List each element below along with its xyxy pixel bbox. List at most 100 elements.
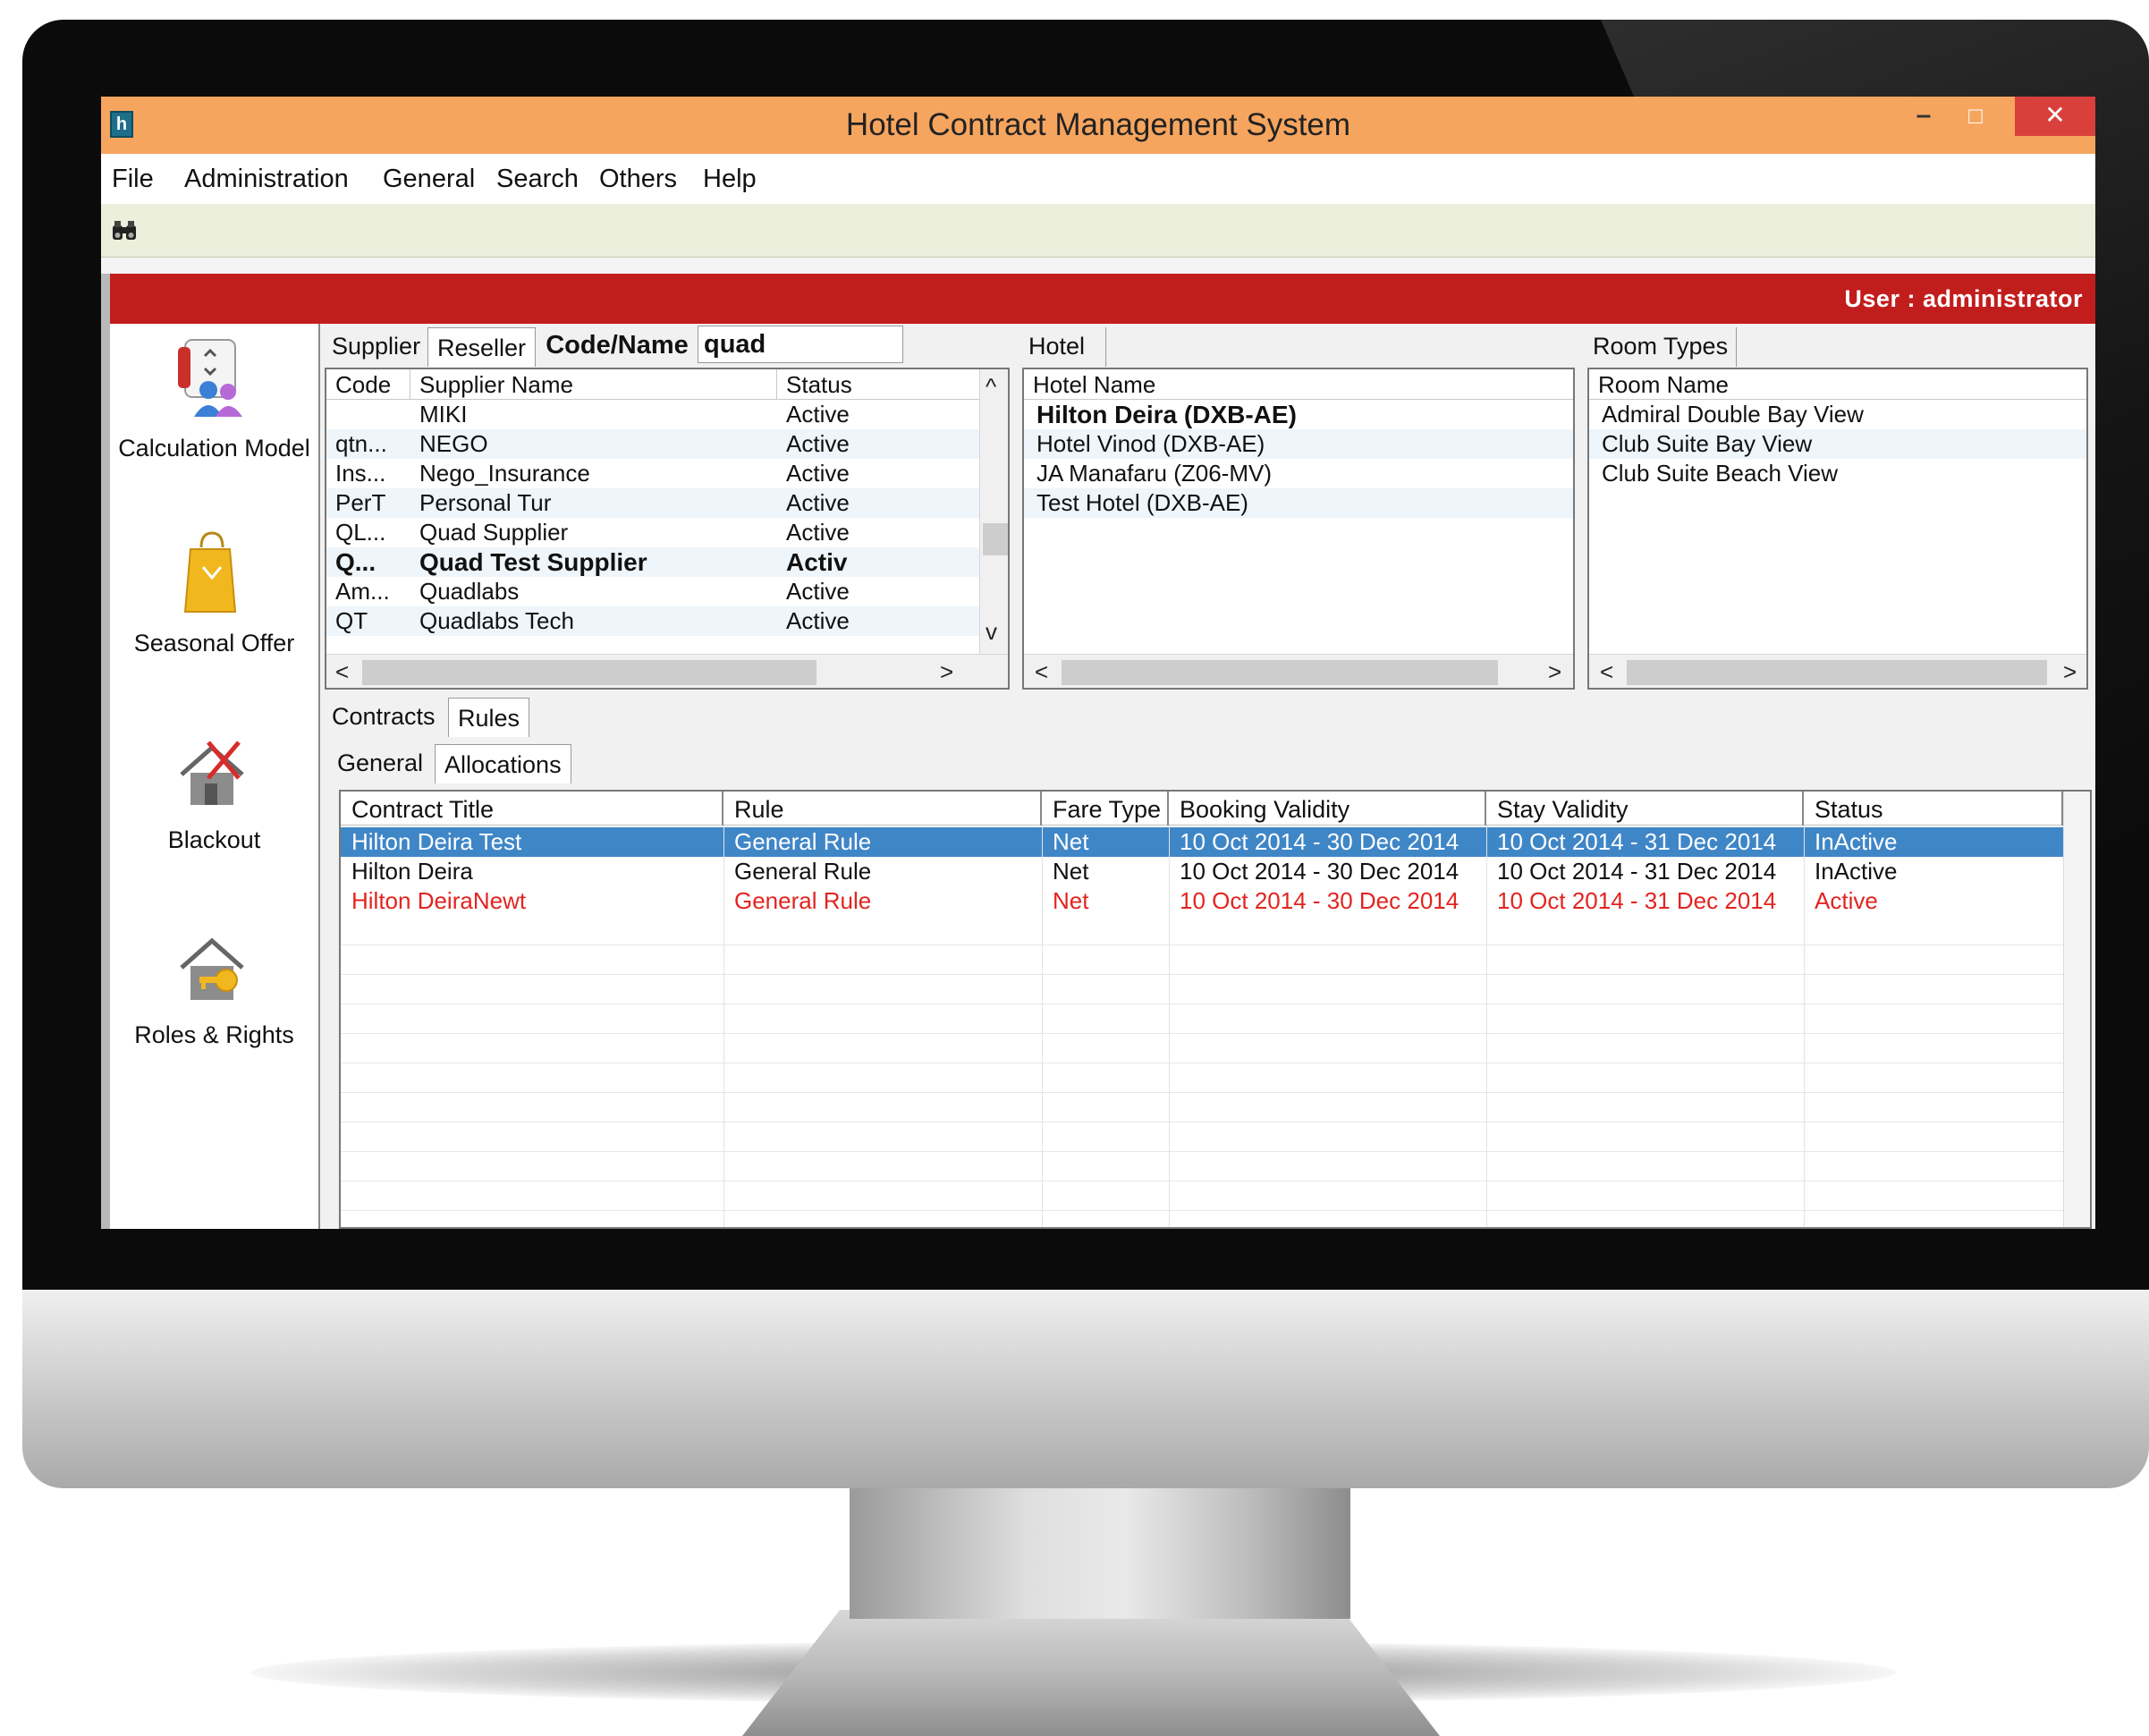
title-bar[interactable]: h Hotel Contract Management System – □ ✕ (101, 97, 2095, 154)
column-hotel-name[interactable]: Hotel Name (1024, 369, 1573, 400)
house-key-icon (180, 937, 244, 1000)
supplier-list[interactable]: Code Supplier Name Status MIKI Active qtn.… (325, 368, 1010, 690)
menu-search[interactable]: Search (496, 154, 579, 204)
supplier-code: QT (335, 607, 368, 634)
scroll-right-arrow[interactable]: > (940, 658, 953, 685)
room-list-header: Room Name (1589, 369, 2086, 400)
supplier-row[interactable]: qtn... NEGO Active (326, 429, 979, 459)
contract-stay: 10 Oct 2014 - 31 Dec 2014 (1497, 858, 1777, 885)
menu-others[interactable]: Others (599, 154, 677, 204)
menu-administration[interactable]: Administration (184, 154, 349, 204)
scroll-left-arrow[interactable]: < (1600, 658, 1613, 685)
menu-help[interactable]: Help (703, 154, 757, 204)
supplier-code: PerT (335, 489, 386, 516)
menu-general[interactable]: General (383, 154, 475, 204)
maximize-button[interactable]: □ (1950, 97, 2001, 136)
contract-fare: Net (1053, 858, 1089, 885)
menu-file[interactable]: File (112, 154, 154, 204)
contract-row[interactable]: Hilton DeiraNewt General Rule Net 10 Oct 20… (341, 886, 2065, 916)
supplier-name: Personal Tur (419, 489, 552, 516)
column-code[interactable]: Code (326, 369, 410, 400)
scroll-thumb[interactable] (1062, 660, 1498, 685)
supplier-row[interactable]: PerT Personal Tur Active (326, 488, 979, 518)
column-status[interactable]: Status (1804, 792, 2063, 826)
close-button[interactable]: ✕ (2015, 97, 2095, 136)
contracts-vertical-scrollbar[interactable] (2063, 792, 2090, 1227)
column-status[interactable]: Status (777, 369, 979, 400)
supplier-horizontal-scrollbar[interactable]: < > (326, 654, 1008, 688)
scroll-up-arrow[interactable]: ^ (986, 373, 996, 400)
column-gridline (1042, 826, 1043, 1227)
tab-supplier[interactable]: Supplier (322, 326, 431, 365)
column-supplier-name[interactable]: Supplier Name (410, 369, 777, 400)
binoculars-icon[interactable] (110, 216, 139, 245)
calculation-model-icon (178, 339, 242, 417)
nav-blackout[interactable]: Blackout (110, 716, 318, 894)
supplier-row[interactable]: MIKI Active (326, 400, 979, 429)
supplier-vertical-scrollbar[interactable]: ^ v (979, 369, 1008, 654)
nav-calculation-model[interactable]: Calculation Model (110, 324, 318, 503)
scroll-left-arrow[interactable]: < (335, 658, 349, 685)
contract-row[interactable]: Hilton Deira General Rule Net 10 Oct 2014 -… (341, 857, 2065, 886)
scroll-left-arrow[interactable]: < (1035, 658, 1048, 685)
supplier-row[interactable]: Am... Quadlabs Active (326, 577, 979, 606)
room-row[interactable]: Club Suite Beach View (1589, 459, 2086, 488)
contracts-grid-header: Contract Title Rule Fare Type Booking Va… (341, 792, 2090, 826)
room-horizontal-scrollbar[interactable]: < > (1589, 654, 2086, 688)
tab-contracts[interactable]: Contracts (322, 696, 445, 735)
hotel-list[interactable]: Hotel Name Hilton Deira (DXB-AE) Hotel Vi… (1022, 368, 1575, 690)
current-user-label: User : administrator (1844, 285, 2083, 312)
hotel-row[interactable]: JA Manafaru (Z06-MV) (1024, 459, 1573, 488)
supplier-row[interactable]: QL... Quad Supplier Active (326, 518, 979, 547)
supplier-name: MIKI (419, 401, 468, 428)
hotel-row[interactable]: Test Hotel (DXB-AE) (1024, 488, 1573, 518)
column-stay-validity[interactable]: Stay Validity (1486, 792, 1804, 826)
scroll-thumb[interactable] (983, 523, 1008, 555)
column-fare-type[interactable]: Fare Type (1042, 792, 1169, 826)
contracts-grid[interactable]: Contract Title Rule Fare Type Booking Va… (339, 790, 2092, 1229)
room-types-list[interactable]: Room Name Admiral Double Bay View Club Su… (1587, 368, 2088, 690)
supplier-status: Active (786, 607, 850, 634)
room-row[interactable]: Admiral Double Bay View (1589, 400, 2086, 429)
empty-row (341, 916, 2065, 945)
tab-hotel[interactable]: Hotel (1019, 326, 1096, 365)
contract-status: InActive (1815, 858, 1898, 885)
tab-rules[interactable]: Rules (448, 698, 530, 737)
supplier-row[interactable]: Q... Quad Test Supplier Activ (326, 547, 979, 577)
hotel-row[interactable]: Hilton Deira (DXB-AE) (1024, 400, 1573, 429)
nav-seasonal-offer[interactable]: Seasonal Offer (110, 519, 318, 698)
column-booking-validity[interactable]: Booking Validity (1169, 792, 1486, 826)
nav-label: Calculation Model (118, 435, 310, 462)
empty-row (341, 1004, 2065, 1034)
supplier-row[interactable]: Ins... Nego_Insurance Active (326, 459, 979, 488)
tab-reseller[interactable]: Reseller (427, 327, 537, 367)
contract-row[interactable]: Hilton Deira Test General Rule Net 10 Oct 2… (341, 827, 2065, 857)
scroll-right-arrow[interactable]: > (2063, 658, 2077, 685)
column-contract-title[interactable]: Contract Title (341, 792, 723, 826)
supplier-row[interactable]: QT Quadlabs Tech Active (326, 606, 979, 636)
scroll-thumb[interactable] (1627, 660, 2047, 685)
column-room-name[interactable]: Room Name (1589, 369, 2086, 400)
supplier-name: Quadlabs (419, 578, 520, 605)
minimize-button[interactable]: – (1899, 97, 1949, 136)
tab-room-types[interactable]: Room Types (1583, 326, 1739, 365)
contract-rule: General Rule (734, 887, 872, 914)
room-row[interactable]: Club Suite Bay View (1589, 429, 2086, 459)
supplier-code (326, 400, 410, 429)
hotel-horizontal-scrollbar[interactable]: < > (1024, 654, 1573, 688)
supplier-search-input[interactable] (698, 326, 903, 363)
scroll-down-arrow[interactable]: v (986, 618, 997, 645)
tab-allocations[interactable]: Allocations (435, 744, 571, 783)
scroll-thumb[interactable] (362, 660, 816, 685)
separator (101, 258, 2095, 274)
supplier-list-header: Code Supplier Name Status (326, 369, 979, 400)
nav-roles-rights[interactable]: Roles & Rights (110, 910, 318, 1089)
scroll-right-arrow[interactable]: > (1548, 658, 1561, 685)
supplier-code: Q... (335, 548, 376, 576)
column-rule[interactable]: Rule (723, 792, 1042, 826)
supplier-status: Active (786, 460, 850, 487)
supplier-code: QL... (335, 519, 386, 546)
supplier-name: Nego_Insurance (419, 460, 590, 487)
tab-general[interactable]: General (327, 742, 434, 782)
hotel-row[interactable]: Hotel Vinod (DXB-AE) (1024, 429, 1573, 459)
